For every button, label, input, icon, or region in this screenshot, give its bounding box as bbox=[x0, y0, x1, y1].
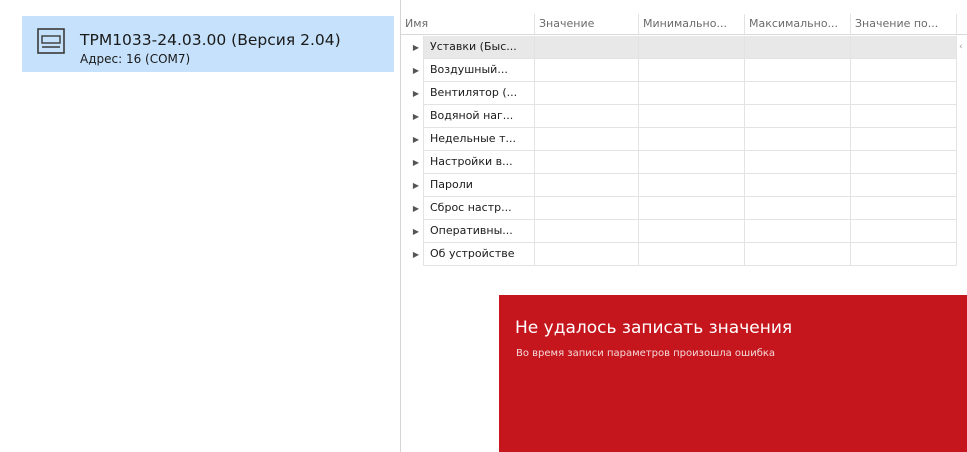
row-name-cell: Сброс настр... bbox=[423, 197, 535, 220]
row-value-cell[interactable] bbox=[535, 82, 639, 105]
table-row[interactable]: ▶ Оперативны... bbox=[401, 220, 967, 243]
device-list-panel: ТРМ1033-24.03.00 (Версия 2.04) Адрес: 16… bbox=[0, 0, 400, 452]
row-value-cell[interactable] bbox=[851, 243, 957, 266]
row-value-cell[interactable] bbox=[745, 128, 851, 151]
toast-title: Не удалось записать значения bbox=[515, 318, 793, 338]
expand-arrow-icon[interactable]: ▶ bbox=[411, 151, 421, 174]
row-value-cell[interactable] bbox=[535, 197, 639, 220]
row-value-cell[interactable] bbox=[851, 174, 957, 197]
row-name-cell: Уставки (Быс... bbox=[423, 36, 535, 59]
row-value-cell[interactable] bbox=[639, 105, 745, 128]
row-value-cell[interactable] bbox=[851, 128, 957, 151]
row-value-cell[interactable] bbox=[639, 220, 745, 243]
error-toast[interactable]: Не удалось записать значения Во время за… bbox=[499, 295, 967, 452]
table-row[interactable]: ▶ Настройки в... bbox=[401, 151, 967, 174]
row-value-cell[interactable] bbox=[535, 105, 639, 128]
row-value-cell[interactable] bbox=[851, 151, 957, 174]
app-window: ТРМ1033-24.03.00 (Версия 2.04) Адрес: 16… bbox=[0, 0, 967, 452]
row-name-cell: Водяной наг... bbox=[423, 105, 535, 128]
row-name-cell: Недельные т... bbox=[423, 128, 535, 151]
row-value-cell[interactable] bbox=[745, 151, 851, 174]
table-row[interactable]: ▶ Уставки (Быс... bbox=[401, 36, 967, 59]
row-value-cell[interactable] bbox=[535, 174, 639, 197]
row-name-cell: Воздушный... bbox=[423, 59, 535, 82]
table-row[interactable]: ▶ Водяной наг... bbox=[401, 105, 967, 128]
table-row[interactable]: ▶ Недельные т... bbox=[401, 128, 967, 151]
row-value-cell[interactable] bbox=[535, 151, 639, 174]
row-name-cell: Настройки в... bbox=[423, 151, 535, 174]
row-value-cell[interactable] bbox=[535, 243, 639, 266]
row-value-cell[interactable] bbox=[535, 36, 639, 59]
row-value-cell[interactable] bbox=[745, 243, 851, 266]
table-row[interactable]: ▶ Воздушный... bbox=[401, 59, 967, 82]
column-header-name[interactable]: Имя bbox=[401, 14, 535, 34]
row-value-cell[interactable] bbox=[745, 82, 851, 105]
table-row[interactable]: ▶ Пароли bbox=[401, 174, 967, 197]
row-value-cell[interactable] bbox=[745, 197, 851, 220]
row-value-cell[interactable] bbox=[639, 128, 745, 151]
row-name-cell: Пароли bbox=[423, 174, 535, 197]
row-value-cell[interactable] bbox=[639, 243, 745, 266]
expand-arrow-icon[interactable]: ▶ bbox=[411, 59, 421, 82]
device-card[interactable]: ТРМ1033-24.03.00 (Версия 2.04) Адрес: 16… bbox=[22, 16, 394, 72]
row-value-cell[interactable] bbox=[535, 128, 639, 151]
row-value-cell[interactable] bbox=[535, 59, 639, 82]
column-header-min[interactable]: Минимально... bbox=[639, 14, 745, 34]
row-value-cell[interactable] bbox=[851, 105, 957, 128]
toast-message: Во время записи параметров произошла оши… bbox=[516, 348, 776, 359]
row-value-cell[interactable] bbox=[745, 220, 851, 243]
expand-arrow-icon[interactable]: ▶ bbox=[411, 197, 421, 220]
expand-arrow-icon[interactable]: ▶ bbox=[411, 105, 421, 128]
device-address: Адрес: 16 (COM7) bbox=[80, 52, 191, 66]
grid-header: Имя Значение Минимально... Максимально..… bbox=[401, 14, 967, 35]
row-value-cell[interactable] bbox=[639, 151, 745, 174]
device-icon bbox=[37, 28, 65, 54]
row-value-cell[interactable] bbox=[851, 220, 957, 243]
row-value-cell[interactable] bbox=[745, 59, 851, 82]
column-header-default[interactable]: Значение по... bbox=[851, 14, 957, 34]
expand-arrow-icon[interactable]: ▶ bbox=[411, 243, 421, 266]
row-value-cell[interactable] bbox=[535, 220, 639, 243]
row-value-cell[interactable] bbox=[639, 82, 745, 105]
row-value-cell[interactable] bbox=[639, 59, 745, 82]
row-value-cell[interactable] bbox=[639, 197, 745, 220]
row-value-cell[interactable] bbox=[745, 105, 851, 128]
row-value-cell[interactable] bbox=[745, 174, 851, 197]
row-name-cell: Об устройстве bbox=[423, 243, 535, 266]
expand-arrow-icon[interactable]: ▶ bbox=[411, 174, 421, 197]
device-name: ТРМ1033-24.03.00 (Версия 2.04) bbox=[80, 31, 341, 49]
expand-arrow-icon[interactable]: ▶ bbox=[411, 128, 421, 151]
column-header-max[interactable]: Максимально... bbox=[745, 14, 851, 34]
column-header-value[interactable]: Значение bbox=[535, 14, 639, 34]
row-name-cell: Вентилятор (... bbox=[423, 82, 535, 105]
row-value-cell[interactable] bbox=[851, 36, 957, 59]
row-value-cell[interactable] bbox=[851, 197, 957, 220]
row-value-cell[interactable] bbox=[851, 82, 957, 105]
row-value-cell[interactable] bbox=[639, 36, 745, 59]
expand-arrow-icon[interactable]: ▶ bbox=[411, 220, 421, 243]
row-name-cell: Оперативны... bbox=[423, 220, 535, 243]
row-value-cell[interactable] bbox=[851, 59, 957, 82]
row-value-cell[interactable] bbox=[745, 36, 851, 59]
table-row[interactable]: ▶ Вентилятор (... bbox=[401, 82, 967, 105]
expand-arrow-icon[interactable]: ▶ bbox=[411, 36, 421, 59]
table-row[interactable]: ▶ Сброс настр... bbox=[401, 197, 967, 220]
table-row[interactable]: ▶ Об устройстве bbox=[401, 243, 967, 266]
expand-arrow-icon[interactable]: ▶ bbox=[411, 82, 421, 105]
row-value-cell[interactable] bbox=[639, 174, 745, 197]
